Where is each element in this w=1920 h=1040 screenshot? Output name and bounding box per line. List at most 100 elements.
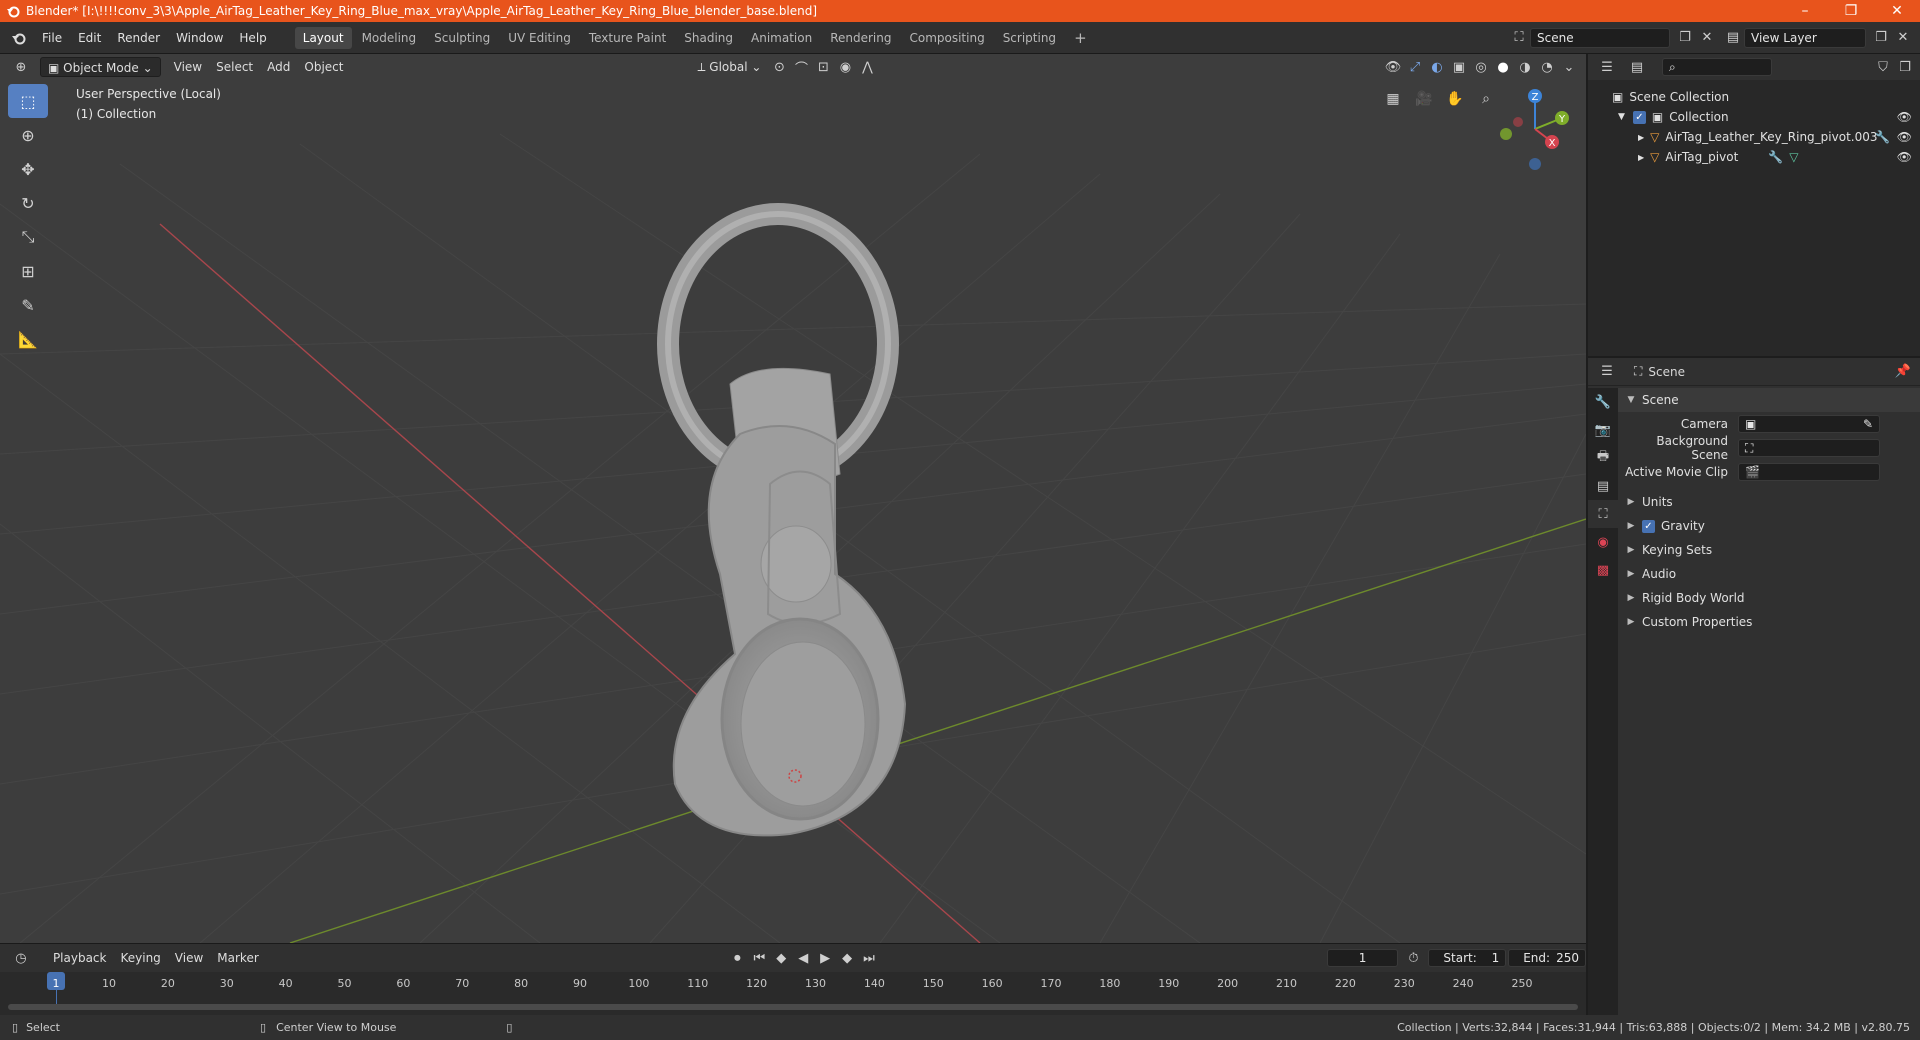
tab-scripting[interactable]: Scripting — [995, 27, 1064, 49]
scene-tab-icon[interactable]: ⛶ — [1588, 500, 1618, 528]
maximize-button[interactable]: ❐ — [1828, 0, 1874, 22]
pivot-icon[interactable]: ⊙ — [768, 57, 790, 77]
tool-tab-icon[interactable]: 🔧 — [1588, 388, 1618, 416]
rotate-tool-icon[interactable]: ↻ — [8, 186, 48, 220]
snap-target-icon[interactable]: ⊡ — [812, 57, 834, 77]
delete-scene-icon[interactable]: ✕ — [1696, 28, 1718, 48]
eye-icon[interactable]: 👁 — [1897, 150, 1912, 164]
menu-file[interactable]: File — [34, 26, 70, 50]
rigid-body-world-panel-header[interactable]: ▶ Rigid Body World — [1618, 586, 1920, 610]
camera-field[interactable]: ▣ ✎ — [1738, 415, 1880, 433]
tab-rendering[interactable]: Rendering — [822, 27, 899, 49]
outliner-item[interactable]: ▶ ▽ AirTag_pivot 🔧 ▽ 👁 — [1588, 147, 1920, 167]
rendered-shading-icon[interactable]: ◔ — [1536, 57, 1558, 77]
active-movie-clip-field[interactable]: 🎬 — [1738, 463, 1880, 481]
delete-view-layer-icon[interactable]: ✕ — [1892, 28, 1914, 48]
falloff-icon[interactable]: ⋀ — [856, 57, 878, 77]
add-workspace-button[interactable]: + — [1066, 27, 1095, 49]
menu-window[interactable]: Window — [168, 26, 231, 50]
tab-sculpting[interactable]: Sculpting — [426, 27, 498, 49]
scene-field[interactable]: Scene — [1530, 27, 1670, 48]
timeline-track[interactable]: 1 10 20 30 40 50 60 70 80 90 100 110 120 130 140 150 160… — [0, 972, 1586, 1016]
outliner-editor-icon[interactable]: ☰ — [1596, 57, 1618, 77]
visibility-icon[interactable]: 👁 — [1382, 57, 1404, 77]
properties-editor-icon[interactable]: ☰ — [1596, 362, 1618, 382]
output-tab-icon[interactable]: 🖶 — [1588, 444, 1618, 472]
view-layer-icon[interactable]: ▤ — [1722, 28, 1744, 48]
view-layer-tab-icon[interactable]: ▤ — [1588, 472, 1618, 500]
orientation-dropdown[interactable]: ⟂ Global ⌄ — [690, 57, 768, 77]
solid-shading-icon[interactable]: ● — [1492, 57, 1514, 77]
collapse-icon[interactable]: ▼ — [1618, 112, 1625, 122]
menu-view[interactable]: View — [167, 57, 209, 77]
view-layer-field[interactable]: View Layer — [1744, 27, 1866, 48]
pin-icon[interactable]: 📌 — [1892, 362, 1914, 382]
eye-icon[interactable]: 👁 — [1897, 110, 1912, 124]
world-tab-icon[interactable]: ◉ — [1588, 528, 1618, 556]
menu-select[interactable]: Select — [209, 57, 260, 77]
expand-icon[interactable]: ▶ — [1638, 153, 1644, 162]
menu-object[interactable]: Object — [297, 57, 350, 77]
outliner-scene-collection[interactable]: ▣ Scene Collection — [1588, 87, 1920, 107]
minimize-button[interactable]: – — [1782, 0, 1828, 22]
eyedropper-icon[interactable]: ✎ — [1863, 417, 1873, 431]
3d-viewport[interactable]: ⊕ ▣ Object Mode ⌄ View Select Add Object… — [0, 54, 1586, 943]
tab-texture-paint[interactable]: Texture Paint — [581, 27, 674, 49]
annotate-tool-icon[interactable]: ✎ — [8, 288, 48, 322]
shading-options-icon[interactable]: ⌄ — [1558, 57, 1580, 77]
scene-selector-icon[interactable]: ⛶ — [1508, 28, 1530, 48]
render-tab-icon[interactable]: 📷 — [1588, 416, 1618, 444]
new-collection-icon[interactable]: ❐ — [1894, 57, 1916, 77]
tab-layout[interactable]: Layout — [294, 26, 352, 49]
units-panel-header[interactable]: ▶ Units — [1618, 490, 1920, 514]
tab-animation[interactable]: Animation — [743, 27, 820, 49]
eye-icon[interactable]: 👁 — [1897, 130, 1912, 144]
timeline-scrollbar[interactable] — [8, 1004, 1578, 1010]
tab-shading[interactable]: Shading — [676, 27, 741, 49]
menu-help[interactable]: Help — [231, 26, 274, 50]
measure-tool-icon[interactable]: 📐 — [8, 322, 48, 356]
wireframe-shading-icon[interactable]: ◎ — [1470, 57, 1492, 77]
editor-type-icon[interactable]: ⊕ — [10, 57, 32, 77]
new-scene-icon[interactable]: ❐ — [1674, 28, 1696, 48]
cursor-tool-icon[interactable]: ⊕ — [8, 118, 48, 152]
proportional-edit-icon[interactable]: ◉ — [834, 57, 856, 77]
display-mode-icon[interactable]: ▤ — [1626, 57, 1648, 77]
audio-panel-header[interactable]: ▶ Audio — [1618, 562, 1920, 586]
grid-view-icon[interactable]: ▦ — [1380, 86, 1406, 112]
filter-icon[interactable]: ⛉ — [1872, 57, 1894, 77]
expand-icon[interactable]: ▶ — [1638, 133, 1644, 142]
camera-view-icon[interactable]: 🎥 — [1411, 86, 1437, 112]
snap-icon[interactable]: ⌒ — [790, 57, 812, 77]
tab-compositing[interactable]: Compositing — [901, 27, 992, 49]
menu-add[interactable]: Add — [260, 57, 297, 77]
close-button[interactable]: ✕ — [1874, 0, 1920, 22]
navigation-gizmo[interactable]: Z Y X — [1490, 84, 1580, 174]
pan-hand-icon[interactable]: ✋ — [1442, 86, 1468, 112]
keying-sets-panel-header[interactable]: ▶ Keying Sets — [1618, 538, 1920, 562]
transform-tool-icon[interactable]: ⊞ — [8, 254, 48, 288]
blender-menu-icon[interactable] — [4, 28, 34, 48]
gizmo-toggle-icon[interactable]: ⤢ — [1404, 57, 1426, 77]
outliner-item[interactable]: ▶ ▽ AirTag_Leather_Key_Ring_pivot.003 🔧 … — [1588, 127, 1920, 147]
tab-modeling[interactable]: Modeling — [354, 27, 425, 49]
gravity-checkbox[interactable]: ✓ — [1642, 519, 1655, 533]
scene-panel-header[interactable]: ▼ Scene — [1618, 388, 1920, 412]
new-view-layer-icon[interactable]: ❐ — [1870, 28, 1892, 48]
outliner-search-input[interactable]: ⌕ — [1662, 58, 1772, 76]
select-box-tool-icon[interactable]: ⬚ — [8, 84, 48, 118]
move-tool-icon[interactable]: ✥ — [8, 152, 48, 186]
background-scene-field[interactable]: ⛶ — [1738, 439, 1880, 457]
gravity-panel-header[interactable]: ▶ ✓ Gravity — [1618, 514, 1920, 538]
menu-render[interactable]: Render — [109, 26, 168, 50]
custom-properties-panel-header[interactable]: ▶ Custom Properties — [1618, 610, 1920, 634]
outliner-collection[interactable]: ▼ ✓ ▣ Collection 👁 — [1588, 107, 1920, 127]
menu-edit[interactable]: Edit — [70, 26, 109, 50]
collection-checkbox[interactable]: ✓ — [1632, 110, 1646, 124]
scale-tool-icon[interactable]: ⤡ — [8, 220, 48, 254]
xray-icon[interactable]: ▣ — [1448, 57, 1470, 77]
mode-dropdown[interactable]: ▣ Object Mode ⌄ — [40, 57, 161, 77]
tab-uv-editing[interactable]: UV Editing — [500, 27, 579, 49]
overlay-toggle-icon[interactable]: ◐ — [1426, 57, 1448, 77]
texture-tab-icon[interactable]: ▩ — [1588, 556, 1618, 584]
